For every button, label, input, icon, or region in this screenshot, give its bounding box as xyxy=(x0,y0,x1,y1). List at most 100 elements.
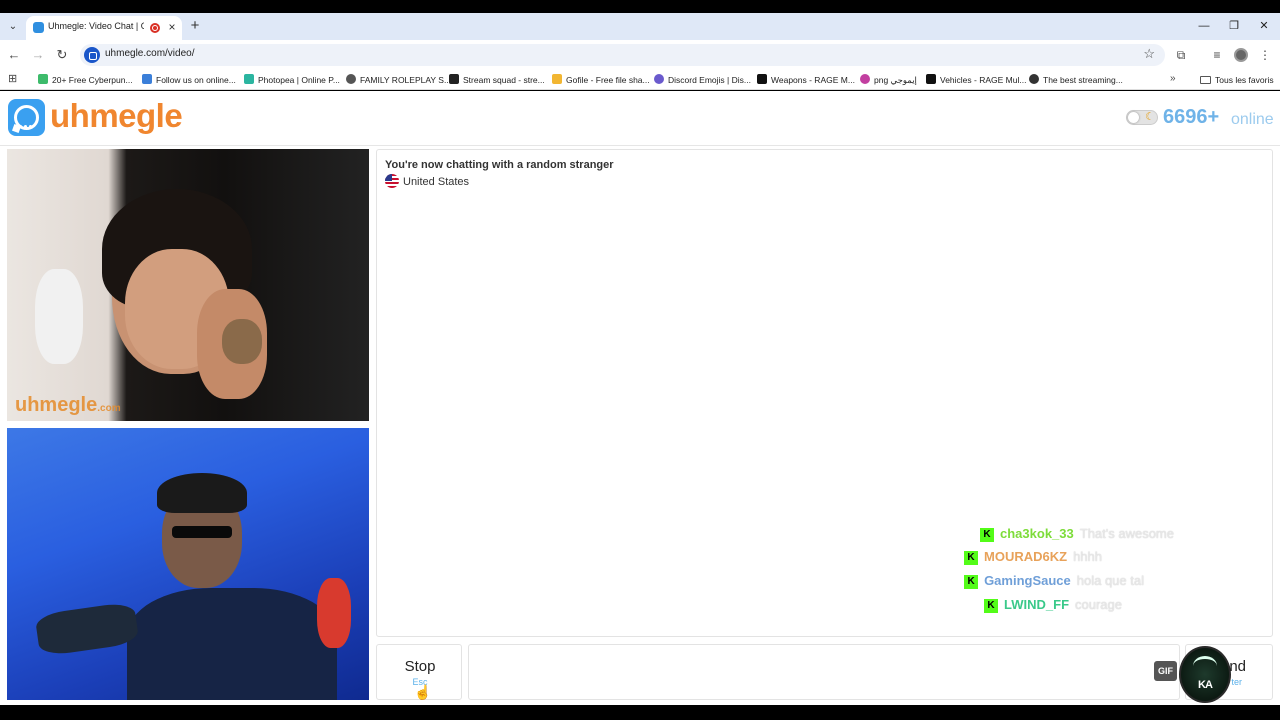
kick-icon: K xyxy=(980,528,995,542)
chat-logo-icon[interactable] xyxy=(8,99,45,136)
stream-chat-message: K LWIND_FF courage xyxy=(984,597,1122,613)
stream-chat-message: K GamingSauce hola que tal xyxy=(964,573,1144,589)
stream-chat-username: GamingSauce xyxy=(984,573,1071,588)
message-input[interactable] xyxy=(468,644,1180,700)
menu-icon[interactable]: ⋮ xyxy=(1257,47,1273,63)
bookmark-item[interactable]: Photopea | Online P... xyxy=(244,73,340,87)
back-icon[interactable]: ← xyxy=(6,47,22,63)
bookmark-favicon-icon xyxy=(38,74,48,84)
browser-tab-strip: ⌄ Uhmegle: Video Chat | Omegle Alternati… xyxy=(0,13,1280,40)
microphone-icon xyxy=(34,601,140,657)
hand-cursor-icon: ☝ xyxy=(414,684,432,700)
dark-mode-toggle[interactable]: ☾ xyxy=(1126,110,1158,125)
overlay-logo-text: KA xyxy=(1198,679,1213,691)
bookmark-favicon-icon xyxy=(346,74,356,84)
chat-log: You're now chatting with a random strang… xyxy=(376,149,1273,637)
folder-icon xyxy=(1200,76,1211,84)
screen-bottom-bar xyxy=(0,705,1280,720)
stream-chat-text: That's awesome xyxy=(1079,526,1174,541)
self-video xyxy=(7,428,369,700)
apps-grid-icon[interactable]: ⊞ xyxy=(8,74,19,85)
bookmark-item[interactable]: Vehicles - RAGE Mul... xyxy=(926,73,1026,87)
self-hair xyxy=(157,473,247,513)
stream-chat-message: Kcha3kok_33 That's awesome xyxy=(980,526,1174,542)
bookmark-item[interactable]: The best streaming... xyxy=(1029,73,1123,87)
tab-search-icon[interactable]: ⌄ xyxy=(6,20,20,34)
headset-icon xyxy=(35,269,83,364)
bookmarks-bar: ⊞ 20+ Free Cyberpun... Follow us on onli… xyxy=(0,70,1280,90)
restore-icon[interactable]: ❐ xyxy=(1225,18,1243,34)
gif-button[interactable]: GIF xyxy=(1154,661,1177,681)
extensions-icon[interactable]: ⧉ xyxy=(1173,47,1189,63)
bookmark-item[interactable]: Follow us on online... xyxy=(142,73,236,87)
bookmark-favicon-icon xyxy=(757,74,767,84)
stream-chat-username: MOURAD6KZ xyxy=(984,549,1068,564)
self-shirt xyxy=(127,588,337,700)
us-flag-icon xyxy=(385,174,399,188)
site-logo[interactable]: uhmegle xyxy=(50,97,183,135)
new-tab-icon[interactable]: + xyxy=(188,17,202,35)
bookmark-favicon-icon xyxy=(926,74,936,84)
all-bookmarks-folder[interactable]: Tous les favoris xyxy=(1200,73,1274,87)
stream-chat-message: K MOURAD6KZ hhhh xyxy=(964,549,1102,565)
close-window-icon[interactable]: ✕ xyxy=(1255,18,1273,34)
bookmark-item[interactable]: Stream squad - stre... xyxy=(449,73,545,87)
more-bookmarks-icon[interactable]: » xyxy=(1170,73,1176,84)
bookmark-item[interactable]: 20+ Free Cyberpun... xyxy=(38,73,133,87)
chat-country: United States xyxy=(385,174,469,188)
stream-chat-username: cha3kok_33 xyxy=(1000,526,1074,541)
bookmark-favicon-icon xyxy=(142,74,152,84)
stranger-video: uhmegle.com xyxy=(7,149,369,421)
browser-toolbar: ← → ↻ uhmegle.com/video/ ☆ ⧉ ≡ ⋮ xyxy=(0,40,1280,70)
media-control-icon[interactable]: ≡ xyxy=(1209,47,1225,63)
browser-tab[interactable]: Uhmegle: Video Chat | Omegle Alternative… xyxy=(26,16,182,40)
send-label: nd xyxy=(1229,658,1246,675)
online-count: 6696+ xyxy=(1163,106,1220,128)
bookmark-favicon-icon xyxy=(552,74,562,84)
plush-toy xyxy=(222,319,262,364)
toggle-knob xyxy=(1128,112,1139,123)
bookmark-favicon-icon xyxy=(1029,74,1039,84)
screen-top-bar xyxy=(0,0,1280,13)
bookmark-favicon-icon xyxy=(244,74,254,84)
address-bar[interactable]: uhmegle.com/video/ ☆ xyxy=(80,44,1165,66)
stream-chat-text: hola que tal xyxy=(1076,573,1144,588)
site-info-icon[interactable] xyxy=(84,47,100,63)
profile-avatar-icon[interactable] xyxy=(1234,48,1248,62)
forward-icon[interactable]: → xyxy=(30,47,46,63)
mario-figure xyxy=(317,578,351,648)
recording-icon xyxy=(150,23,160,33)
uhmegle-watermark: uhmegle.com xyxy=(15,394,121,416)
stop-label: Stop xyxy=(404,658,436,675)
tab-title: Uhmegle: Video Chat | Omegle Alternative xyxy=(48,21,144,31)
sunglasses-icon xyxy=(172,526,232,538)
phoenix-icon xyxy=(1193,656,1217,676)
url-text: uhmegle.com/video/ xyxy=(105,48,195,59)
bookmark-item[interactable]: Discord Emojis | Dis... xyxy=(654,73,751,87)
stream-chat-text: courage xyxy=(1075,597,1122,612)
streamer-overlay-logo: KA xyxy=(1179,646,1231,703)
moon-icon: ☾ xyxy=(1145,111,1155,123)
page-content: uhmegle ☾ 6696+ online uhmegle.com You'r… xyxy=(0,91,1280,705)
kick-icon: K xyxy=(984,599,999,613)
site-header: uhmegle ☾ 6696+ online xyxy=(0,91,1280,146)
stream-chat-text: hhhh xyxy=(1073,549,1102,564)
uhmegle-favicon-icon xyxy=(33,22,44,33)
bookmark-star-icon[interactable]: ☆ xyxy=(1143,46,1155,62)
stream-chat-username: LWIND_FF xyxy=(1004,597,1070,612)
reload-icon[interactable]: ↻ xyxy=(54,47,70,63)
close-tab-icon[interactable]: × xyxy=(166,20,178,34)
online-label: online xyxy=(1231,111,1274,128)
send-hint: ter xyxy=(1231,677,1242,687)
minimize-icon[interactable]: — xyxy=(1195,18,1213,34)
bookmark-favicon-icon xyxy=(449,74,459,84)
kick-icon: K xyxy=(964,551,979,565)
bookmark-item[interactable]: FAMILY ROLEPLAY S... xyxy=(346,73,451,87)
kick-icon: K xyxy=(964,575,979,589)
chat-dots-icon xyxy=(19,115,35,128)
bookmark-favicon-icon xyxy=(654,74,664,84)
bookmark-item[interactable]: Weapons - RAGE M... xyxy=(757,73,855,87)
bookmark-item[interactable]: Gofile - Free file sha... xyxy=(552,73,650,87)
bookmark-favicon-icon xyxy=(860,74,870,84)
bookmark-item[interactable]: png إيموجي xyxy=(860,73,917,87)
